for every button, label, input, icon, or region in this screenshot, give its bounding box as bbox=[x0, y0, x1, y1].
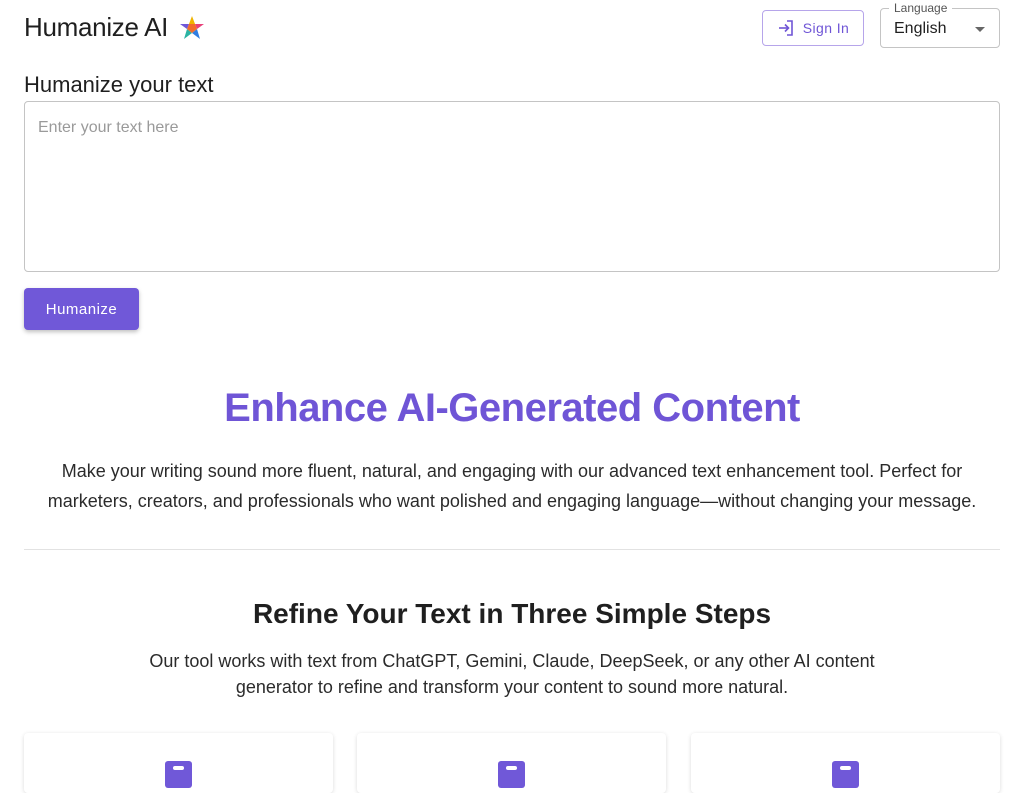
section-divider bbox=[24, 549, 1000, 550]
text-input[interactable] bbox=[24, 101, 1000, 272]
brand[interactable]: Humanize AI bbox=[24, 12, 206, 43]
hero-description: Make your writing sound more fluent, nat… bbox=[47, 461, 977, 511]
language-select[interactable]: Language English bbox=[880, 0, 1000, 48]
editor-label: Humanize your text bbox=[24, 72, 214, 97]
step-card-1 bbox=[24, 733, 333, 793]
language-value: English bbox=[894, 20, 947, 37]
step-icon bbox=[498, 761, 525, 788]
step-icon bbox=[832, 761, 859, 788]
step-card-2 bbox=[357, 733, 666, 793]
sign-in-label: Sign In bbox=[802, 20, 850, 36]
sign-in-button[interactable]: Sign In bbox=[762, 10, 864, 46]
step-card-3 bbox=[691, 733, 1000, 793]
steps-title: Refine Your Text in Three Simple Steps bbox=[252, 598, 772, 629]
caret-down-icon bbox=[975, 27, 985, 32]
language-label: Language bbox=[889, 0, 953, 16]
star-logo-icon bbox=[178, 14, 206, 42]
humanize-button[interactable]: Humanize bbox=[24, 288, 139, 330]
step-icon bbox=[165, 761, 192, 788]
hero-title: Enhance AI-Generated Content bbox=[224, 386, 800, 430]
brand-name: Humanize AI bbox=[24, 12, 169, 42]
login-icon bbox=[777, 19, 795, 37]
header: Humanize AI Sign In Language English bbox=[24, 0, 1000, 56]
steps-description: Our tool works with text from ChatGPT, G… bbox=[149, 651, 875, 697]
